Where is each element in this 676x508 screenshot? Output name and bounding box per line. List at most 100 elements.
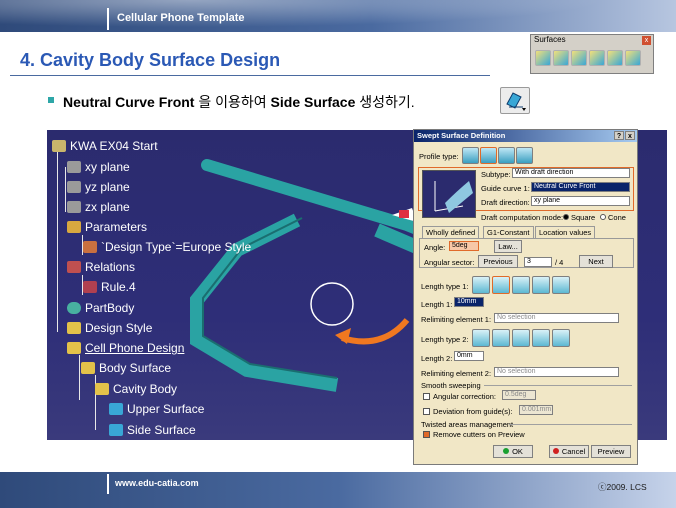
tab-wholly-defined[interactable]: Wholly defined [422,226,480,238]
cancel-button[interactable]: Cancel [549,445,589,458]
tree-item-design-style[interactable]: Design Style [67,321,152,335]
length-from-curve-icon[interactable] [492,276,510,294]
law-button[interactable]: Law... [494,240,522,253]
revolve-icon[interactable] [553,50,569,66]
footer-copyright: ⓒ2009. LCS [598,482,647,492]
relim2-field[interactable]: No selection [494,367,619,377]
angular-sector-label: Angular sector: [424,258,475,267]
sweep-command-icon [500,87,530,114]
tab-g1-constant[interactable]: G1-Constant [483,226,534,238]
page-title: 4. Cavity Body Surface Design [20,50,281,70]
tree-item-zx-plane[interactable]: zx plane [67,200,130,214]
tree-item-label: `Design Type`=Europe Style [101,240,252,254]
subheading-text-2: 생성하기. [359,94,415,110]
next-button[interactable]: Next [579,255,613,268]
length1-field[interactable]: 10mm [454,297,484,307]
square-radio[interactable] [563,214,569,220]
relim1-field[interactable]: No selection [494,313,619,323]
tree-item-label: Cavity Body [113,382,178,396]
extrude-icon[interactable] [535,50,551,66]
guide-curve-field[interactable]: Neutral Curve Front [531,182,630,192]
angular-correction-checkbox[interactable] [423,393,430,400]
swept-surface-dialog: Swept Surface Definition ? x Profile typ… [413,129,638,465]
deviation-checkbox[interactable] [423,408,430,415]
tree-root[interactable]: KWA EX04 Start [52,139,158,153]
ok-button[interactable]: OK [493,445,533,458]
length-from-extremum-icon[interactable] [532,329,550,347]
profile-explicit-icon[interactable] [462,147,479,164]
subtype-label: Subtype: [481,170,511,179]
tree-item-body-surface[interactable]: Body Surface [81,361,171,375]
length-along-surface-icon[interactable] [552,276,570,294]
cancel-button-label: Cancel [561,447,586,456]
tree-item-label: xy plane [85,160,130,174]
deviation-field[interactable]: 0.001mm [519,405,553,415]
tree-item-label: Body Surface [99,361,172,375]
gear-icon [67,302,81,314]
angle-field[interactable]: 5deg [449,241,479,251]
angular-correction-field[interactable]: 0.5deg [502,390,536,400]
tree-item-cell-phone-design[interactable]: Cell Phone Design [67,341,184,355]
close-button[interactable]: x [625,131,635,140]
subheading-surface-name: Side Surface [270,94,360,110]
draft-mode-label: Draft computation mode: [481,213,564,222]
sweep-icon[interactable] [607,50,623,66]
plane-icon [67,161,81,173]
toolbar-caption: Surfaces x [531,35,653,47]
help-button[interactable]: ? [614,131,624,140]
tree-item-label: Rule.4 [101,280,136,294]
length-from-to-icon[interactable] [512,329,530,347]
remove-cutters-label: Remove cutters on Preview [433,430,525,439]
footer-divider [107,474,109,494]
sphere-icon[interactable] [571,50,587,66]
previous-button[interactable]: Previous [478,255,518,268]
tree-item-design-type[interactable]: `Design Type`=Europe Style [83,240,251,254]
tree-item-parameters[interactable]: Parameters [67,220,147,234]
length-type2-label: Length type 2: [421,335,469,344]
tree-root-label: KWA EX04 Start [70,139,158,153]
rule-icon [83,281,97,293]
tree-item-xy-plane[interactable]: xy plane [67,160,130,174]
tree-item-partbody[interactable]: PartBody [67,301,134,315]
tree-item-upper-surface[interactable]: Upper Surface [109,402,204,416]
cylinder-icon[interactable] [589,50,605,66]
toolbar-close-button[interactable]: x [642,36,651,45]
tree-item-rule[interactable]: Rule.4 [83,280,136,294]
subtype-select[interactable]: With draft direction [512,168,630,178]
length2-field[interactable]: 0mm [454,351,484,361]
profile-line-icon[interactable] [480,147,497,164]
tree-item-yz-plane[interactable]: yz plane [67,180,130,194]
sweep-preview-image [422,170,476,218]
cone-radio[interactable] [600,214,606,220]
sector-field[interactable]: 3 [524,257,552,267]
tree-item-side-surface[interactable]: Side Surface [109,423,196,437]
tree-item-relations[interactable]: Relations [67,260,135,274]
length-standard-icon[interactable] [472,276,490,294]
geometrical-set-icon [67,342,81,354]
relim1-label: Relimiting element 1: [421,315,492,324]
square-radio-label: Square [571,213,596,222]
tree-item-label: Parameters [85,220,148,234]
tree-item-label: yz plane [85,180,130,194]
length-standard-icon[interactable] [472,329,490,347]
tab-location-values[interactable]: Location values [535,226,596,238]
tree-item-label: Side Surface [127,423,196,437]
angular-correction-label: Angular correction: [433,392,496,401]
length-from-to-icon[interactable] [512,276,530,294]
surfaces-toolbar: Surfaces x [530,34,654,74]
footer-bar [0,472,676,508]
fill-icon[interactable] [625,50,641,66]
preview-button[interactable]: Preview [591,445,631,458]
divider [509,424,632,425]
remove-cutters-checkbox[interactable] [423,431,430,438]
draft-direction-field[interactable]: xy plane [531,196,630,206]
profile-type-label: Profile type: [419,152,459,161]
tree-item-cavity-body[interactable]: Cavity Body [95,382,177,396]
geometrical-set-icon [95,383,109,395]
parameter-icon [83,241,97,253]
length-along-surface-icon[interactable] [552,329,570,347]
profile-circle-icon[interactable] [498,147,515,164]
length-from-extremum-icon[interactable] [532,276,550,294]
profile-conic-icon[interactable] [516,147,533,164]
length-from-curve-icon[interactable] [492,329,510,347]
